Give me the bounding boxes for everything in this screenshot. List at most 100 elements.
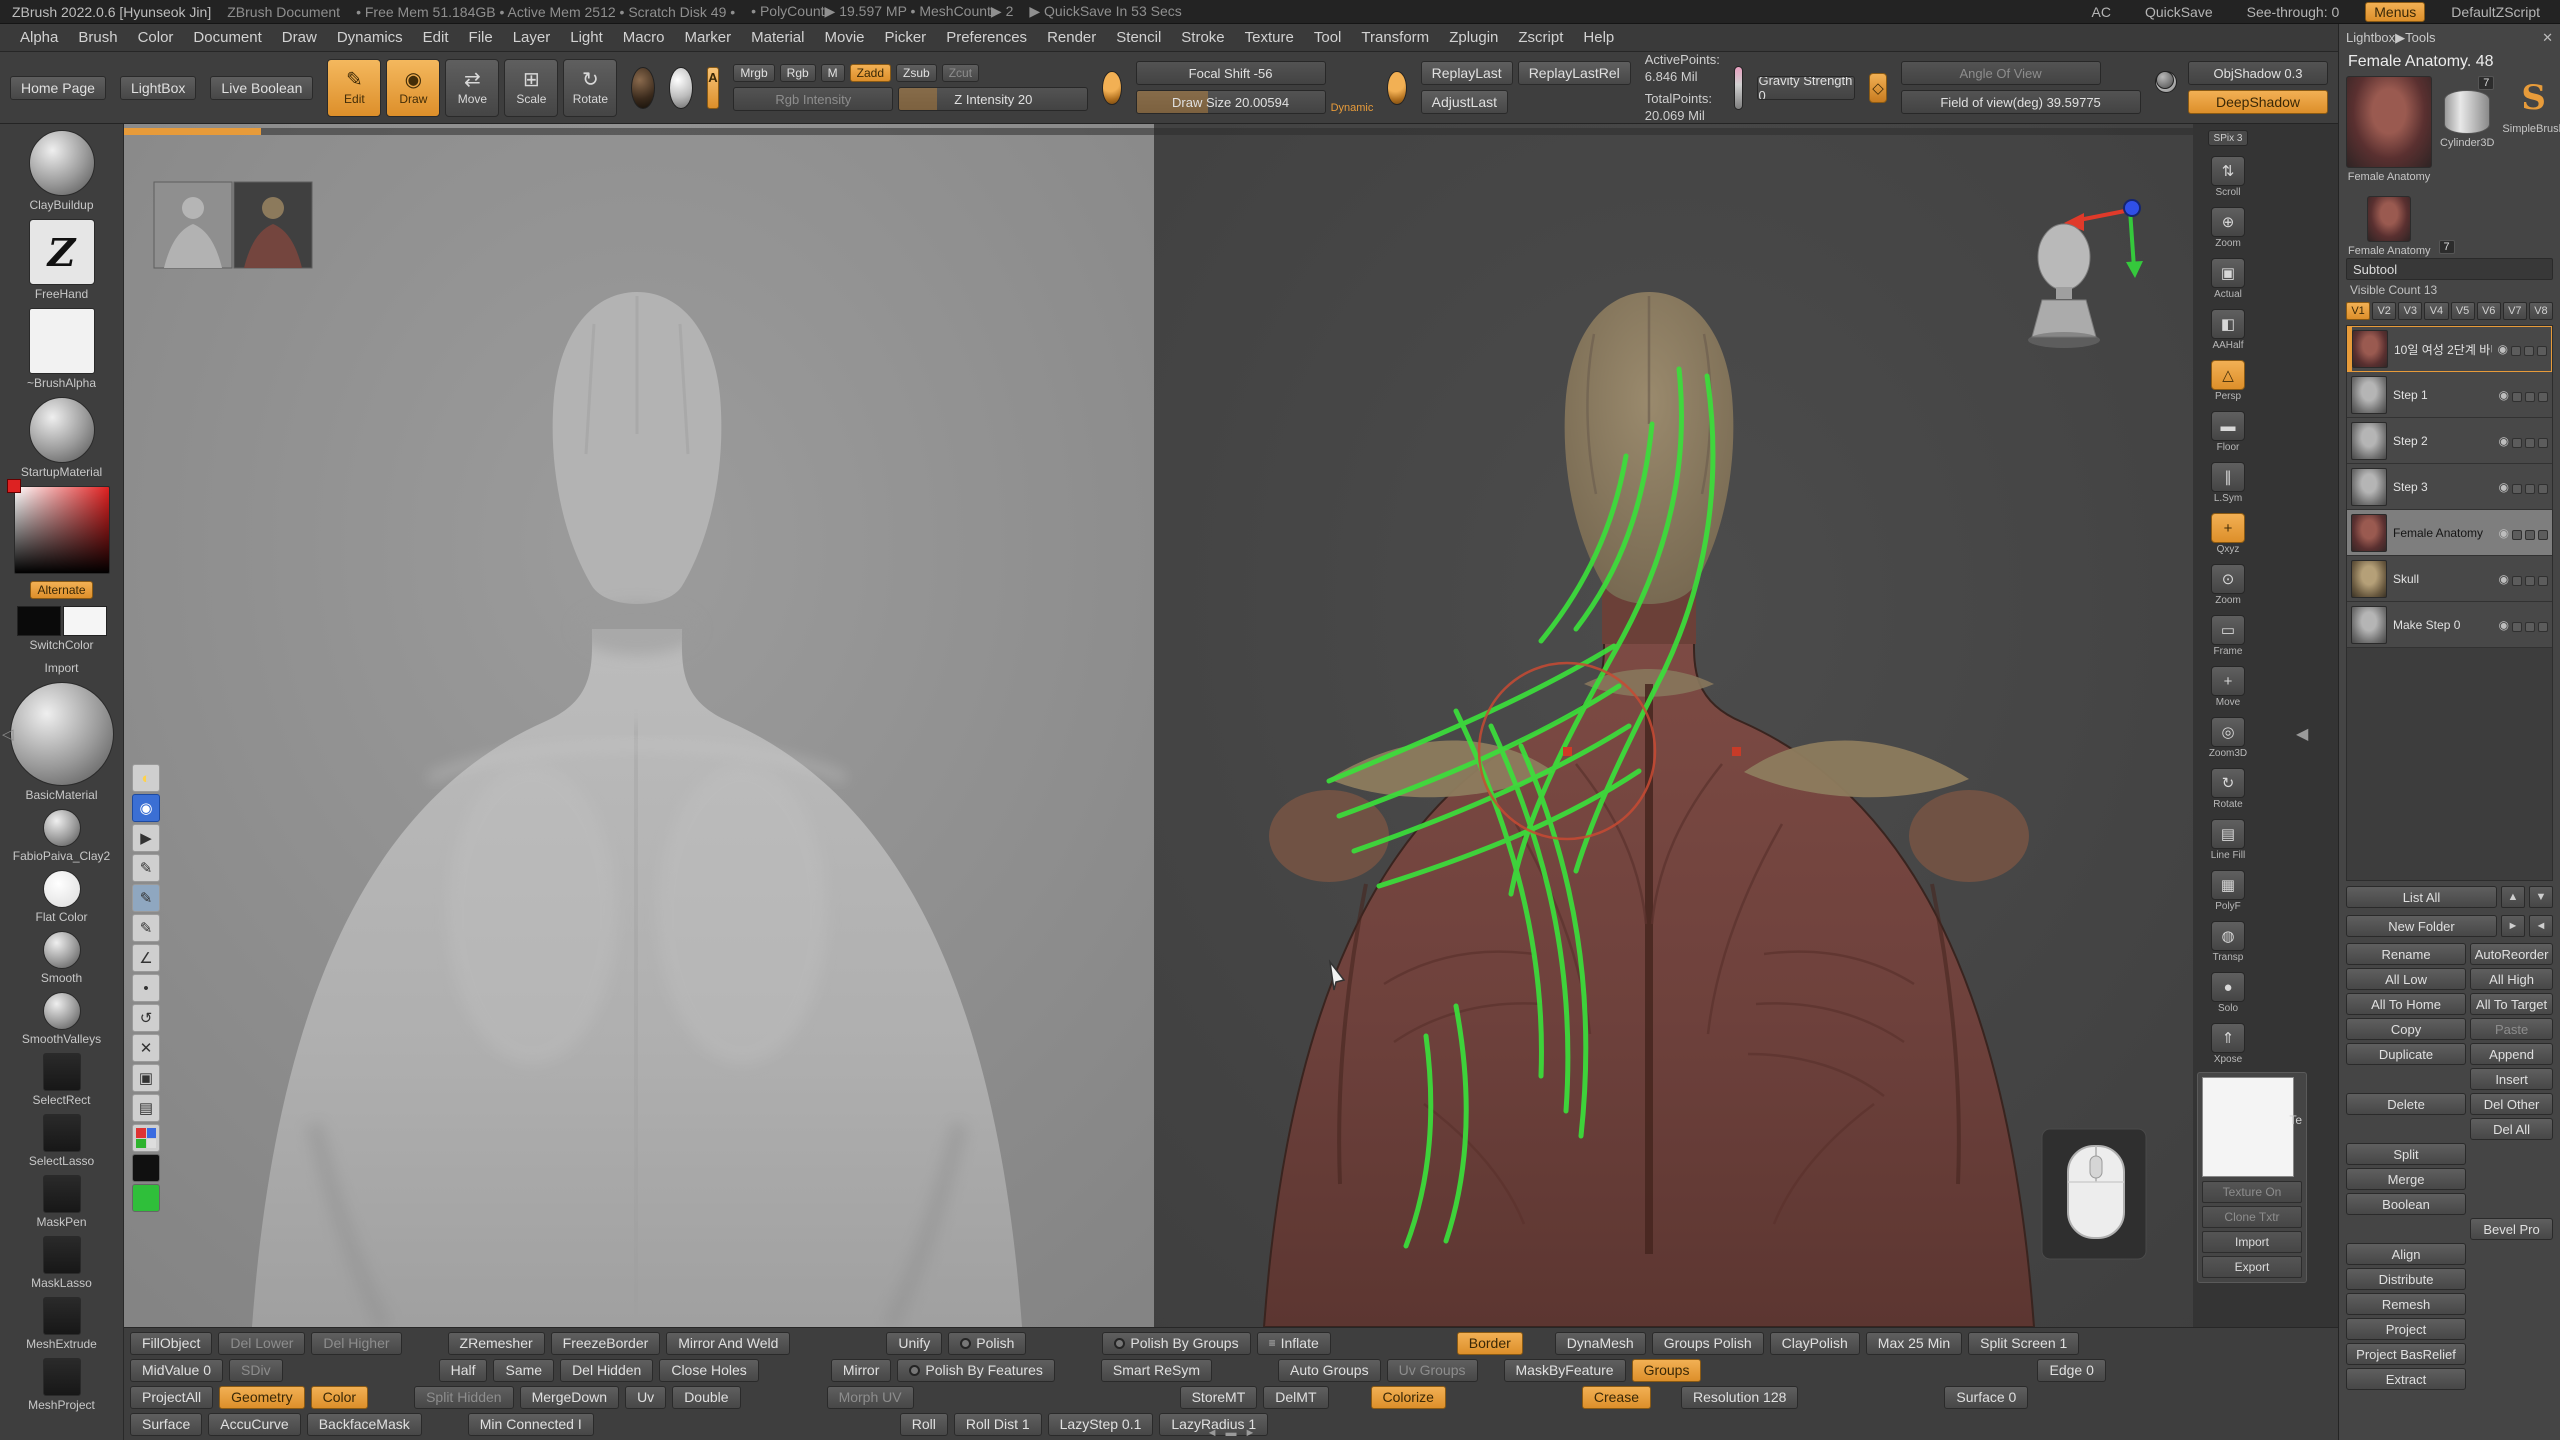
menu-item-dynamics[interactable]: Dynamics <box>327 26 413 49</box>
subtool-tab-v5[interactable]: V5 <box>2451 302 2475 320</box>
new-folder-button[interactable]: New Folder <box>2346 915 2497 937</box>
midvalue-0-button[interactable]: MidValue 0 <box>130 1359 223 1382</box>
menu-item-tool[interactable]: Tool <box>1304 26 1352 49</box>
sculpt-icon[interactable] <box>2525 576 2535 586</box>
sidebar-item-selectrect[interactable]: SelectRect <box>4 1053 120 1107</box>
wrench-icon[interactable] <box>2538 530 2548 540</box>
sidebar-item-startupmaterial[interactable]: StartupMaterial <box>4 397 120 479</box>
colorize-button[interactable]: Colorize <box>1371 1386 1446 1409</box>
sidebar-item-flat-color[interactable]: Flat Color <box>4 870 120 924</box>
delmt-button[interactable]: DelMT <box>1263 1386 1328 1409</box>
mode-rotate-button[interactable]: ↻Rotate <box>563 59 617 117</box>
primary-color-swatch[interactable] <box>17 606 61 636</box>
freezeborder-button[interactable]: FreezeBorder <box>551 1332 661 1355</box>
subtool-tab-v8[interactable]: V8 <box>2529 302 2553 320</box>
menu-item-document[interactable]: Document <box>183 26 271 49</box>
ruler-icon[interactable]: ∠ <box>132 944 160 972</box>
right-shelf-persp-5[interactable]: △Persp <box>2211 360 2245 402</box>
scroll-arrow-0[interactable]: ◄ <box>1207 1427 1218 1439</box>
titlebar-defaultzscript[interactable]: DefaultZScript <box>2443 3 2548 21</box>
append-button[interactable]: Append <box>2470 1043 2553 1065</box>
sidebar-item-basicmaterial[interactable]: BasicMaterial <box>4 682 120 802</box>
sidebar-item-meshextrude[interactable]: MeshExtrude <box>4 1297 120 1351</box>
menu-item-zplugin[interactable]: Zplugin <box>1439 26 1508 49</box>
close-holes-button[interactable]: Close Holes <box>659 1359 758 1382</box>
doc-icon[interactable]: ▤ <box>132 1094 160 1122</box>
export-button[interactable]: Export <box>2202 1256 2302 1278</box>
rename-button[interactable]: Rename <box>2346 943 2466 965</box>
titlebar-quicksave[interactable]: QuickSave <box>2137 3 2221 21</box>
texture-swatch[interactable] <box>2202 1077 2294 1177</box>
wrench-icon[interactable] <box>2537 346 2547 356</box>
groups-polish-button[interactable]: Groups Polish <box>1652 1332 1764 1355</box>
copy-button[interactable]: Copy <box>2346 1018 2466 1040</box>
menu-item-layer[interactable]: Layer <box>503 26 561 49</box>
menu-item-transform[interactable]: Transform <box>1351 26 1439 49</box>
geometry-button[interactable]: Geometry <box>219 1386 304 1409</box>
crease-button[interactable]: Crease <box>1582 1386 1651 1409</box>
paint-icon[interactable] <box>2512 622 2522 632</box>
right-shelf-aahalf-4[interactable]: ◧AAHalf <box>2211 309 2245 351</box>
folder-in-icon[interactable]: ► <box>2501 915 2525 937</box>
right-shelf-spix-3[interactable]: SPix 3 <box>2208 130 2248 146</box>
field-of-view-slider[interactable]: Field of view(deg) 39.59775 <box>1901 90 2141 114</box>
color-picker[interactable] <box>14 486 110 574</box>
inflate-button[interactable]: ≡Inflate <box>1257 1332 1331 1355</box>
visibility-eye-icon[interactable]: ◉ <box>2499 480 2509 494</box>
right-shelf-solo-17[interactable]: ●Solo <box>2211 972 2245 1014</box>
draw-size-slider[interactable]: Draw Size 20.00594 <box>1136 90 1326 114</box>
mode-scale-button[interactable]: ⊞Scale <box>504 59 558 117</box>
tool-thumb-recent[interactable]: Female Anatomy 7 <box>2348 198 2553 254</box>
del-higher-button[interactable]: Del Higher <box>311 1332 401 1355</box>
distribute-button[interactable]: Distribute <box>2346 1268 2466 1290</box>
merge-button[interactable]: Merge <box>2346 1168 2466 1190</box>
zsub-button[interactable]: Zsub <box>896 64 937 82</box>
sidebar-item-smooth[interactable]: Smooth <box>4 931 120 985</box>
lazystep-0-1-button[interactable]: LazyStep 0.1 <box>1048 1413 1154 1436</box>
import-button[interactable]: Import <box>2202 1231 2302 1253</box>
adjust-last-button[interactable]: AdjustLast <box>1421 90 1508 114</box>
pencil-icon[interactable]: ✎ <box>132 914 160 942</box>
subtool-row-step-1[interactable]: Step 1◉ <box>2347 372 2552 418</box>
backfacemask-button[interactable]: BackfaceMask <box>307 1413 422 1436</box>
sculpt-icon[interactable] <box>2525 438 2535 448</box>
auto-groups-button[interactable]: Auto Groups <box>1278 1359 1381 1382</box>
menu-item-texture[interactable]: Texture <box>1235 26 1304 49</box>
same-button[interactable]: Same <box>493 1359 554 1382</box>
tool-thumb-simplebrush[interactable]: S SimpleBrush <box>2502 76 2560 196</box>
menu-item-movie[interactable]: Movie <box>814 26 874 49</box>
dynamesh-button[interactable]: DynaMesh <box>1555 1332 1646 1355</box>
wrench-icon[interactable] <box>2538 576 2548 586</box>
fillobject-button[interactable]: FillObject <box>130 1332 212 1355</box>
menu-item-zscript[interactable]: Zscript <box>1508 26 1573 49</box>
surface-button[interactable]: Surface <box>130 1413 202 1436</box>
menu-item-edit[interactable]: Edit <box>413 26 459 49</box>
tool-thumb-cylinder3d[interactable]: 7 Cylinder3D <box>2440 76 2494 196</box>
sidebar-item-masklasso[interactable]: MaskLasso <box>4 1236 120 1290</box>
titlebar-see-through-0[interactable]: See-through: 0 <box>2239 3 2348 21</box>
extract-button[interactable]: Extract <box>2346 1368 2466 1390</box>
max-25-min-button[interactable]: Max 25 Min <box>1866 1332 1962 1355</box>
accucurve-button[interactable]: AccuCurve <box>208 1413 300 1436</box>
min-connected-i-button[interactable]: Min Connected I <box>468 1413 594 1436</box>
undo-icon[interactable]: ↺ <box>132 1004 160 1032</box>
home-page-button[interactable]: Home Page <box>10 76 106 100</box>
lightbox-button[interactable]: LightBox <box>120 76 196 100</box>
secondary-color-swatch[interactable] <box>63 606 107 636</box>
right-shelf-zoom-2[interactable]: ⊕Zoom <box>2211 207 2245 249</box>
morph-uv-button[interactable]: Morph UV <box>827 1386 914 1409</box>
sculpt-icon[interactable] <box>2525 484 2535 494</box>
right-shelf-actual-3[interactable]: ▣Actual <box>2211 258 2245 300</box>
sidebar-item-alternate[interactable]: Alternate <box>4 581 120 599</box>
menu-item-picker[interactable]: Picker <box>875 26 937 49</box>
visibility-eye-icon[interactable]: ◉ <box>2499 526 2509 540</box>
right-shelf-transp-16[interactable]: ◍Transp <box>2211 921 2245 963</box>
menu-item-draw[interactable]: Draw <box>272 26 327 49</box>
right-shelf-frame-10[interactable]: ▭Frame <box>2211 615 2245 657</box>
subtool-section-header[interactable]: Subtool <box>2346 258 2553 280</box>
current-tool-name[interactable]: Female Anatomy. 48 <box>2346 50 2553 74</box>
menu-item-file[interactable]: File <box>459 26 503 49</box>
all-high-button[interactable]: All High <box>2470 968 2553 990</box>
dot-icon[interactable]: • <box>132 974 160 1002</box>
project-button[interactable]: Project <box>2346 1318 2466 1340</box>
